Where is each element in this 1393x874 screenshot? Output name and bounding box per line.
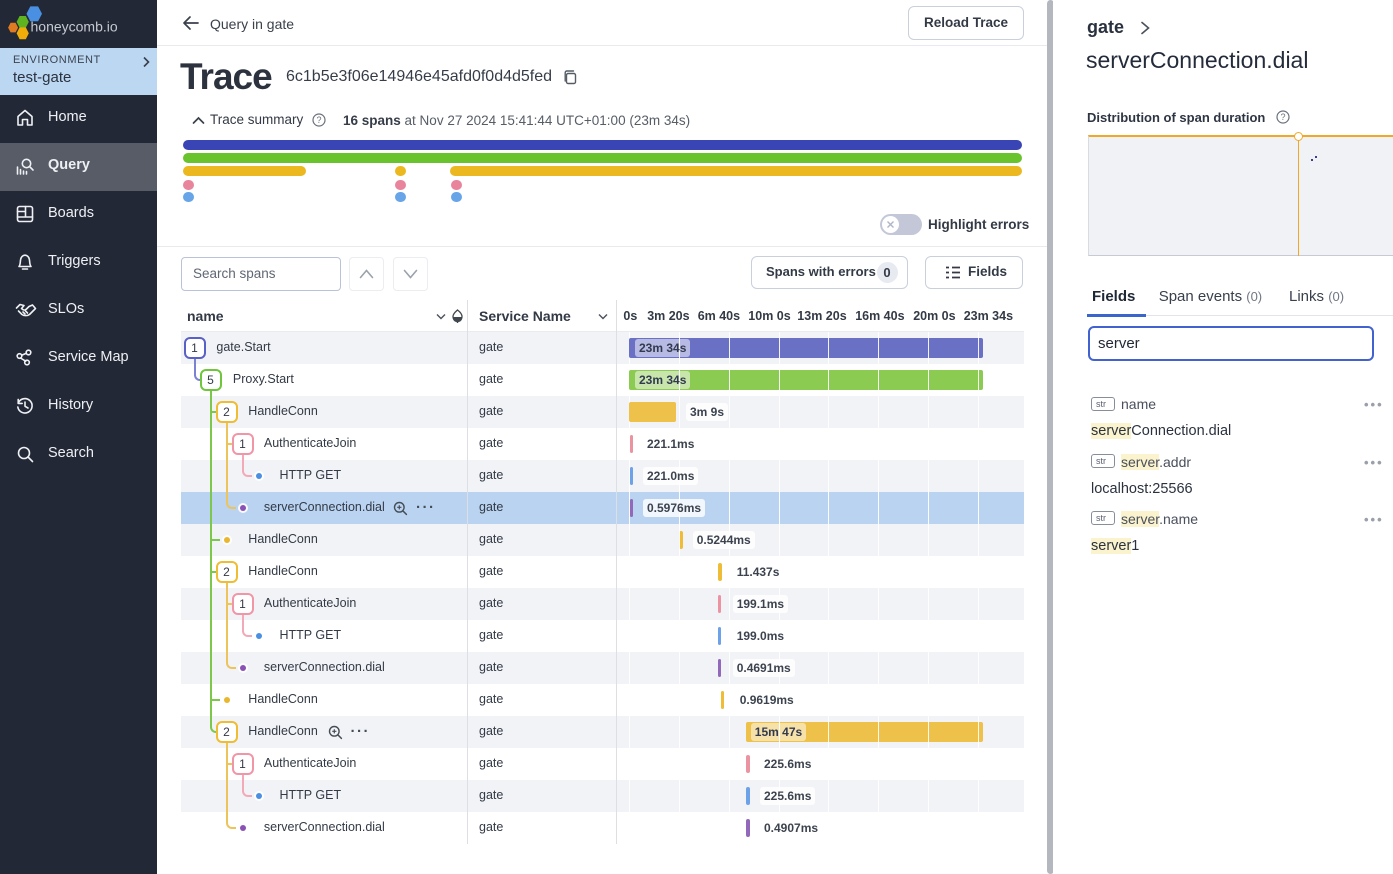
- svg-text:honeycomb.io: honeycomb.io: [31, 19, 118, 35]
- svg-text:?: ?: [316, 115, 321, 125]
- svg-text:?: ?: [1280, 112, 1285, 122]
